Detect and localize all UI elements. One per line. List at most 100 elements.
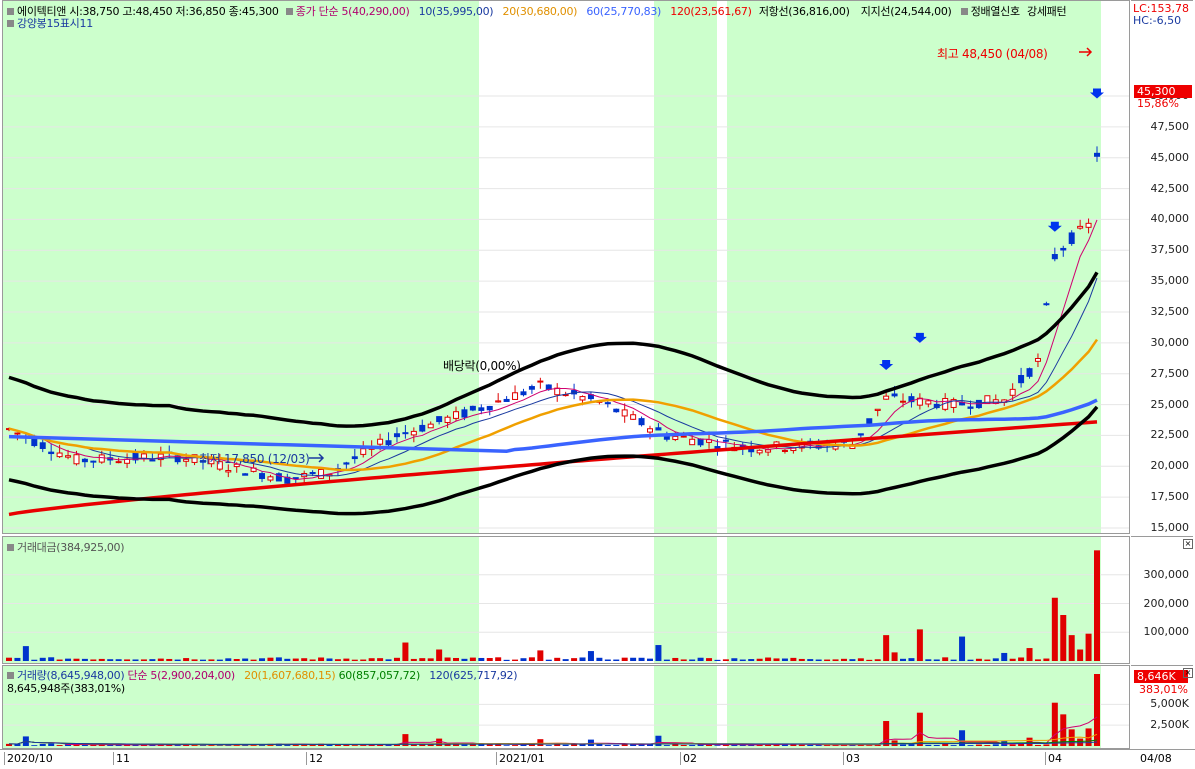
amount-bar: [992, 658, 999, 661]
amount-bar: [933, 659, 940, 661]
candle-body: [65, 455, 72, 458]
amount-bar: [959, 636, 966, 661]
candle-body: [31, 438, 38, 447]
amount-bar: [706, 658, 713, 661]
amount-bar: [14, 657, 21, 661]
candle-body: [48, 451, 55, 455]
amount-bar: [790, 657, 797, 661]
amount-bar: [714, 659, 721, 661]
amount-bar: [874, 659, 881, 661]
amount-bar: [98, 658, 105, 661]
amount-bar: [646, 658, 653, 661]
candle-body: [655, 427, 662, 431]
price-chart-svg[interactable]: [3, 1, 1129, 533]
hc-label: HC:-6,50: [1133, 14, 1182, 27]
amount-bar: [883, 635, 890, 661]
volume-bar: [815, 745, 822, 746]
amount-bar: [90, 659, 97, 661]
candle-body: [689, 438, 696, 446]
volume-line2: 8,645,948주(383,01%): [7, 682, 125, 695]
candle-body: [225, 470, 232, 473]
candle-body: [545, 384, 552, 390]
amount-bar: [250, 659, 257, 661]
legend-top: 에이텍티앤 시:38,750 고:48,450 저:36,850 종:45,30…: [7, 3, 1067, 19]
candle-body: [900, 400, 907, 403]
ma60-label: 60(25,770,83): [586, 5, 662, 18]
shade-band: [654, 666, 717, 748]
candle-body: [503, 398, 510, 402]
volume-chart-panel[interactable]: 거래량(8,645,948,00) 단순 5(2,900,204,00) 20(…: [2, 665, 1130, 749]
volume-bar: [613, 745, 620, 746]
amount-bar: [216, 659, 223, 661]
amount-bar: [107, 659, 114, 661]
amount-bar: [259, 658, 266, 661]
x-axis-label: 04: [1045, 752, 1062, 765]
amount-bar: [663, 659, 670, 661]
amount-bar: [537, 650, 544, 661]
amount-axis[interactable]: 300,000 200,000 100,000 ×: [1131, 536, 1193, 665]
price-tick-label: 22,500: [1150, 428, 1190, 442]
candle-body: [520, 391, 527, 396]
amount-bar: [1085, 633, 1092, 661]
amount-bar: [410, 658, 417, 661]
volume-bar: [461, 744, 468, 746]
amount-bar: [781, 658, 788, 661]
amount-chart-panel[interactable]: 거래대금(384,925,00): [2, 536, 1130, 664]
amount-bar: [444, 657, 451, 661]
close-icon[interactable]: ×: [1183, 668, 1193, 678]
volume-bar: [925, 744, 932, 746]
volume-bar: [1034, 744, 1041, 746]
price-axis[interactable]: 50,00047,50045,00042,50040,00037,50035,0…: [1131, 0, 1193, 535]
amount-bar: [267, 657, 274, 661]
price-chart-panel[interactable]: 에이텍티앤 시:38,750 고:48,450 저:36,850 종:45,30…: [2, 0, 1130, 534]
candle-body: [486, 405, 493, 411]
amount-bar: [199, 659, 206, 661]
volume-bar: [798, 744, 805, 746]
volume-bar: [410, 744, 417, 746]
amount-chart-svg[interactable]: [3, 537, 1129, 663]
candle-body: [309, 472, 316, 475]
volume-bar: [309, 745, 316, 746]
candle-body: [393, 433, 400, 438]
volume-title-d: 60(857,057,72): [338, 669, 421, 682]
amount-bar: [1043, 658, 1050, 661]
candle-body: [857, 433, 864, 436]
volume-bar: [56, 745, 63, 746]
amount-bar: [596, 657, 603, 661]
ma-title: 종가 단순: [295, 5, 339, 18]
amount-bar: [31, 659, 38, 661]
volume-tick-label: 2,500K: [1150, 718, 1189, 732]
amount-bar: [554, 657, 561, 661]
amount-bar: [900, 658, 907, 661]
high-annotation: 최고 48,450 (04/08): [937, 47, 1048, 61]
amount-bar: [191, 659, 198, 661]
ma10-label: 10(35,995,00): [418, 5, 494, 18]
candle-body: [1085, 222, 1092, 228]
volume-bar: [537, 739, 544, 746]
candle-body: [1009, 388, 1016, 396]
candle-body: [343, 462, 350, 465]
x-label-right: 04/08: [1140, 752, 1172, 765]
volume-title-c: 20(1,607,680,15): [244, 669, 336, 682]
close-icon[interactable]: ×: [1183, 539, 1193, 549]
candle-body: [1043, 303, 1050, 306]
candle-body: [756, 449, 763, 454]
amount-bar: [739, 659, 746, 661]
volume-bar: [604, 745, 611, 746]
volume-bar: [655, 735, 662, 746]
amount-bar: [402, 642, 409, 661]
amount-bar: [908, 658, 915, 661]
amount-bar: [815, 659, 822, 661]
amount-bar: [984, 659, 991, 661]
candle-body: [1060, 247, 1067, 251]
price-tick-label: 32,500: [1150, 305, 1190, 318]
shade-band: [727, 537, 1101, 663]
amount-bar: [318, 657, 325, 661]
amount-bar: [748, 659, 755, 661]
amount-bar: [174, 659, 181, 661]
price-tick-label: 47,500: [1150, 119, 1190, 133]
volume-bar: [950, 745, 957, 746]
amount-bar: [807, 659, 814, 661]
volume-axis[interactable]: 5,000K 2,500K 8,646K 383,01% ×: [1131, 665, 1193, 750]
price-tick-label: 30,000: [1150, 335, 1190, 349]
